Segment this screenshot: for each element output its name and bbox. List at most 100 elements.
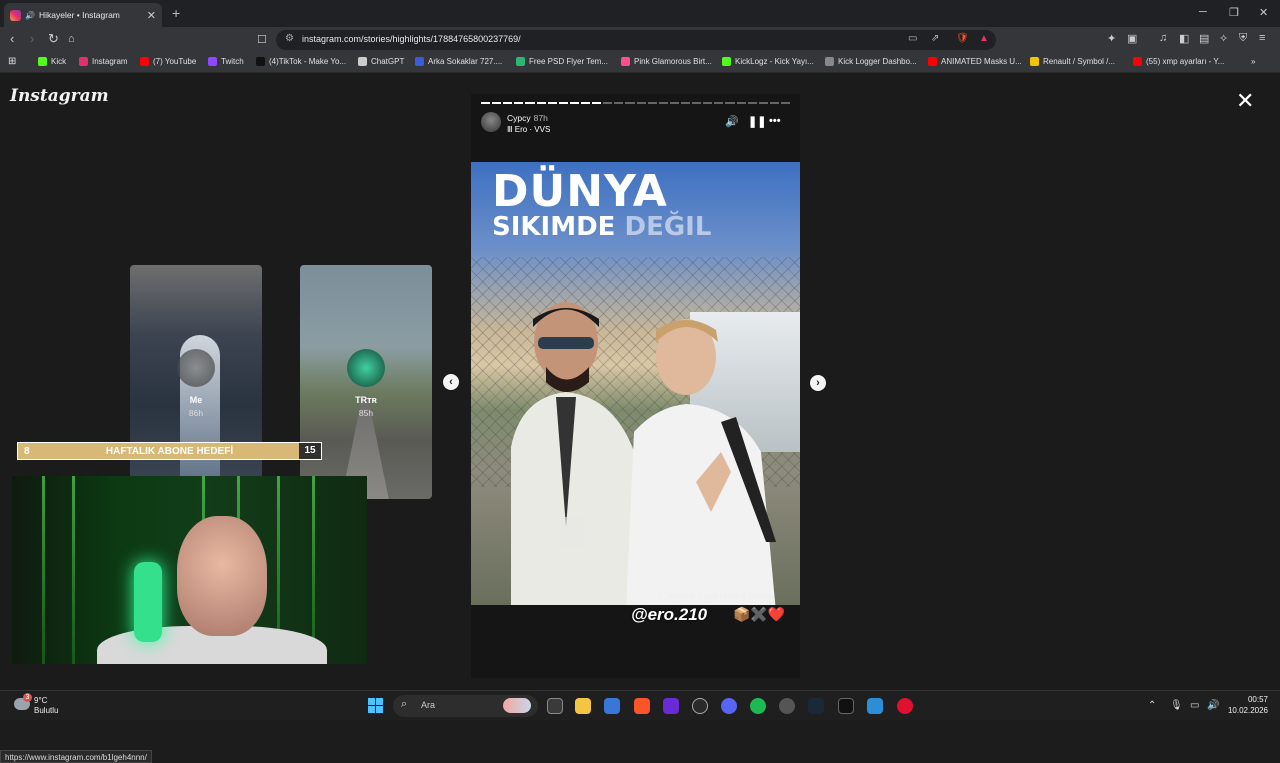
brave-shield-icon[interactable]: 🛡 <box>956 33 969 44</box>
progress-segment <box>603 102 613 104</box>
tab-title: Hikayeler • Instagram <box>38 10 120 20</box>
search-highlight-icon <box>503 698 531 713</box>
username[interactable]: Cypcy <box>507 113 531 123</box>
task-view-icon[interactable] <box>547 698 563 714</box>
microsoft-store-icon[interactable] <box>604 698 620 714</box>
cast-icon[interactable]: ▭ <box>908 33 917 44</box>
screenshot-icon[interactable]: ▣ <box>1127 32 1137 45</box>
obs-icon[interactable] <box>692 698 708 714</box>
bookmark-favicon-icon <box>256 57 265 66</box>
windows-taskbar: 3 9°C Bulutlu ⌕ Ara ⌃ 🎙 ▭ 🔊 00:57 10.02.… <box>0 690 1280 720</box>
extensions-icon[interactable]: ✦ <box>1107 32 1116 45</box>
bookmark-item[interactable]: ChatGPT <box>358 57 404 66</box>
next-story-button[interactable]: › <box>810 375 826 391</box>
story-avatar[interactable] <box>481 112 501 132</box>
wallet-icon[interactable]: ▤ <box>1199 32 1209 45</box>
discord-icon[interactable] <box>721 698 737 714</box>
back-icon[interactable]: ‹ <box>10 31 14 46</box>
bookmark-item[interactable]: ANIMATED Masks U... <box>928 57 1022 66</box>
story-username[interactable]: Cypcy 87h <box>507 113 548 123</box>
side-story-card-tr[interactable]: TRᴛʀ 85h <box>300 265 432 499</box>
bookmark-item[interactable]: (55) xmp ayarları - Y... <box>1133 57 1224 66</box>
system-clock[interactable]: 00:57 10.02.2026 <box>1222 694 1268 716</box>
location-text: Jasmine Court Hotel & Casino <box>665 592 774 601</box>
bookmark-label: Arka Sokaklar 727.... <box>428 57 503 66</box>
start-button[interactable] <box>368 698 383 713</box>
microphone-icon[interactable]: 🎙 <box>1170 700 1183 711</box>
bookmark-item[interactable]: Twitch <box>208 57 244 66</box>
sidebar-icon[interactable]: ◧ <box>1179 32 1189 45</box>
more-options-icon[interactable]: ••• <box>769 115 781 127</box>
mute-icon[interactable]: 🔊 <box>725 115 739 128</box>
bookmark-label: Kick Logger Dashbo... <box>838 57 917 66</box>
bookmark-item[interactable]: Free PSD Flyer Tem... <box>516 57 608 66</box>
address-bar[interactable]: ⚙ instagram.com/stories/highlights/17884… <box>276 30 996 50</box>
previous-story-button[interactable]: ‹ <box>443 374 459 390</box>
taskbar-search[interactable]: ⌕ Ara <box>393 695 538 717</box>
search-icon: ⌕ <box>401 698 408 710</box>
audio-playing-icon[interactable]: 🔊 <box>25 11 35 20</box>
capcut-icon[interactable] <box>838 698 854 714</box>
close-window-icon[interactable]: ✕ <box>1259 6 1268 19</box>
story-viewer[interactable]: Cypcy 87h Ⅲ Ero · VVS 🔊 ❚❚ ••• DÜNYA SIK… <box>471 94 800 678</box>
media-control-icon[interactable]: ♫ <box>1159 32 1167 44</box>
next-app-icon[interactable] <box>663 698 679 714</box>
pause-icon[interactable]: ❚❚ <box>748 115 766 128</box>
bookmark-item[interactable]: Arka Sokaklar 727.... <box>415 57 502 66</box>
bookmark-item[interactable]: Renault / Symbol /... <box>1030 57 1115 66</box>
share-icon[interactable]: ⇗ <box>931 33 939 44</box>
minimize-icon[interactable]: ─ <box>1199 6 1207 18</box>
close-tab-icon[interactable]: ✕ <box>147 9 156 22</box>
menu-icon[interactable]: ≡ <box>1259 32 1265 44</box>
file-explorer-icon[interactable] <box>575 698 591 714</box>
bookmark-icon[interactable]: ☐ <box>257 33 267 46</box>
tray-expand-icon[interactable]: ⌃ <box>1148 700 1156 711</box>
glow-lamp <box>134 562 162 642</box>
tab-instagram-stories[interactable]: 🔊 Hikayeler • Instagram ✕ <box>4 3 162 27</box>
bookmark-item[interactable]: Kick Logger Dashbo... <box>825 57 917 66</box>
mention-sticker[interactable]: @ero.210 <box>631 605 707 625</box>
progress-segment <box>692 102 702 104</box>
new-tab-button[interactable]: + <box>172 5 180 21</box>
volume-icon[interactable]: 🔊 <box>1207 700 1219 711</box>
location-sticker[interactable]: ⊙ Jasmine Court Hotel & Casino <box>657 592 773 601</box>
forward-icon[interactable]: › <box>30 31 34 46</box>
reload-icon[interactable]: ↻ <box>48 31 59 47</box>
side-story-card-me[interactable]: Me 86h <box>130 265 262 499</box>
bookmark-favicon-icon <box>38 57 47 66</box>
close-stories-icon[interactable]: ✕ <box>1236 90 1254 112</box>
person-right <box>626 319 776 605</box>
vpn-icon[interactable]: ⛨ <box>1239 32 1247 45</box>
opera-icon[interactable] <box>897 698 913 714</box>
bookmark-label: ChatGPT <box>371 57 405 66</box>
story-music[interactable]: Ⅲ Ero · VVS <box>507 125 550 134</box>
bookmark-item[interactable]: Kick <box>38 57 66 66</box>
bookmark-item[interactable]: Pink Glamorous Birt... <box>621 57 712 66</box>
apps-icon[interactable]: ⊞ <box>8 56 16 67</box>
bookmark-item[interactable]: Instagram <box>79 57 128 66</box>
link-status-url: https://www.instagram.com/b1lgeh4nnn/ <box>0 750 152 763</box>
leo-ai-icon[interactable]: ✧ <box>1219 32 1228 45</box>
story-progress-bar <box>481 102 791 104</box>
bookmark-favicon-icon <box>415 57 424 66</box>
more-bookmarks-icon[interactable]: » <box>1251 57 1255 66</box>
maximize-icon[interactable]: ❐ <box>1229 6 1239 19</box>
progress-segment <box>658 102 668 104</box>
network-icon[interactable]: ▭ <box>1190 700 1199 711</box>
progress-segment <box>514 102 524 104</box>
settings-icon[interactable] <box>779 698 795 714</box>
bookmark-item[interactable]: KickLogz - Kick Yayı... <box>722 57 814 66</box>
bookmark-item[interactable]: (7) YouTube <box>140 57 196 66</box>
steam-icon[interactable] <box>808 698 824 714</box>
bookmark-favicon-icon <box>1030 57 1039 66</box>
site-info-icon[interactable]: ⚙ <box>285 33 294 44</box>
instagram-logo[interactable]: Instagram <box>10 86 109 106</box>
bookmark-item[interactable]: (4)TikTok - Make Yo... <box>256 57 346 66</box>
spotify-icon[interactable] <box>750 698 766 714</box>
brave-browser-icon[interactable] <box>634 698 650 714</box>
headline-part-a: SIKIMDE <box>492 212 625 242</box>
brave-rewards-icon[interactable]: ▲ <box>979 33 989 44</box>
photos-icon[interactable] <box>867 698 883 714</box>
home-icon[interactable]: ⌂ <box>68 33 75 45</box>
bookmark-label: (4)TikTok - Make Yo... <box>269 57 347 66</box>
